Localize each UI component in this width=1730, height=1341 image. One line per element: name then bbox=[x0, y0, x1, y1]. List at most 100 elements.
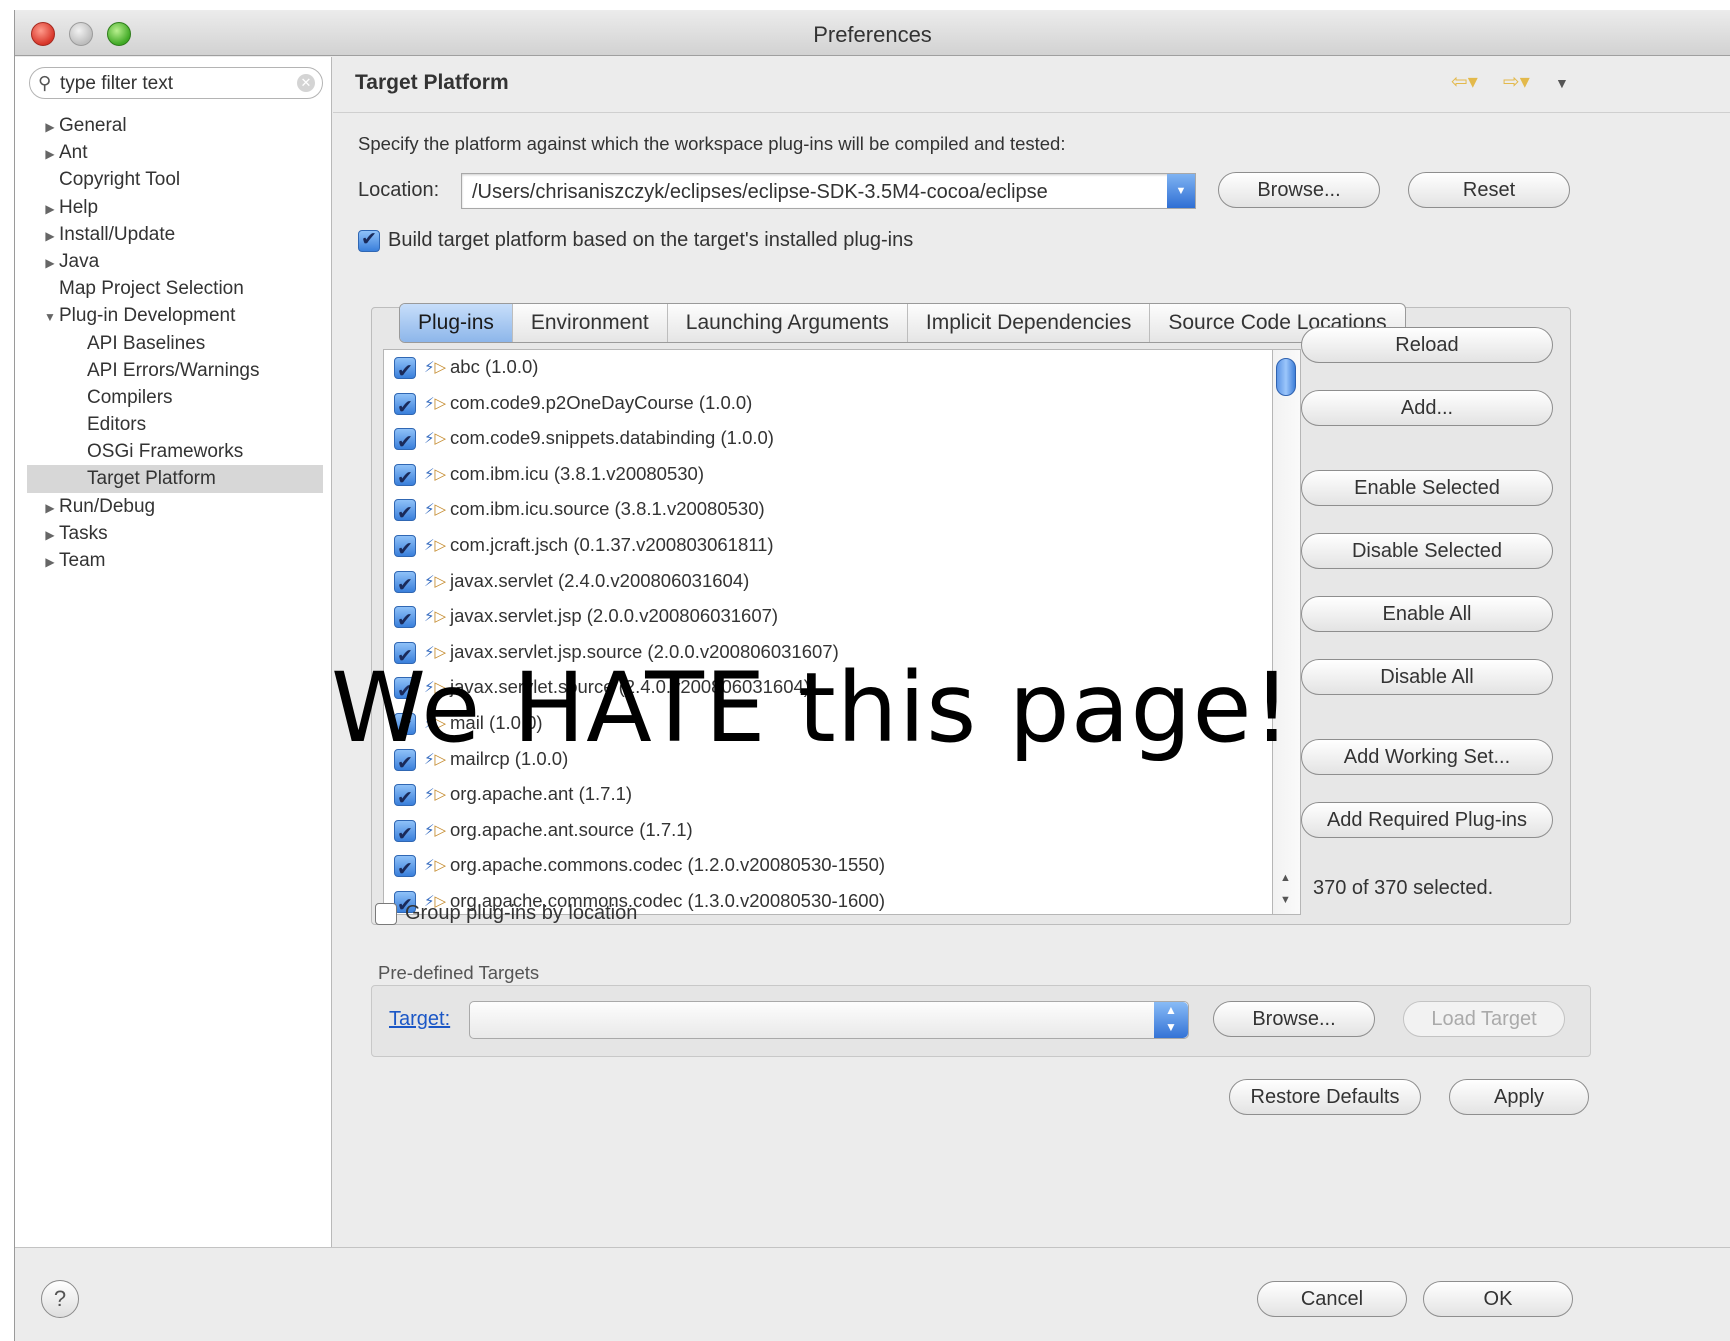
tree-item[interactable]: ▶ Ant bbox=[15, 139, 331, 166]
triangle-right-icon[interactable]: ▶ bbox=[41, 196, 59, 223]
plugin-row[interactable]: ⚡▷javax.servlet (2.4.0.v200806031604) bbox=[384, 564, 1272, 603]
tree-item[interactable]: ▶ Tasks bbox=[15, 520, 331, 547]
add-working-set-button[interactable]: Add Working Set... bbox=[1301, 739, 1553, 775]
location-label: Location: bbox=[358, 179, 440, 201]
tab-plug-ins[interactable]: Plug-ins bbox=[400, 304, 513, 342]
plugin-icon: ⚡▷ bbox=[424, 857, 447, 875]
plugin-row[interactable]: ⚡▷javax.servlet.jsp (2.0.0.v200806031607… bbox=[384, 599, 1272, 638]
triangle-right-icon[interactable]: ▶ bbox=[41, 522, 59, 549]
tree-item-label: Install/Update bbox=[59, 223, 176, 245]
add-button[interactable]: Add... bbox=[1301, 390, 1553, 426]
tree-item[interactable]: ▶ Java bbox=[15, 248, 331, 275]
disable-selected-button[interactable]: Disable Selected bbox=[1301, 533, 1553, 569]
tree-item[interactable]: Editors bbox=[15, 411, 331, 438]
tree-item[interactable]: ▶ Team bbox=[15, 547, 331, 574]
ok-button[interactable]: OK bbox=[1423, 1281, 1573, 1317]
plugin-row[interactable]: ⚡▷org.apache.commons.codec (1.2.0.v20080… bbox=[384, 848, 1272, 887]
triangle-right-icon[interactable]: ▶ bbox=[41, 495, 59, 522]
tree-item-label: API Errors/Warnings bbox=[87, 359, 260, 381]
clear-filter-icon[interactable]: ✕ bbox=[297, 74, 315, 92]
plugin-checkbox[interactable] bbox=[394, 462, 416, 496]
tab-launching-arguments[interactable]: Launching Arguments bbox=[668, 304, 908, 342]
updown-chevron-icon[interactable]: ▲ ▼ bbox=[1154, 1002, 1188, 1038]
title-separator bbox=[333, 112, 1730, 113]
plugin-checkbox[interactable] bbox=[394, 355, 416, 389]
plugin-checkbox[interactable] bbox=[394, 853, 416, 887]
predefined-targets-label: Pre-defined Targets bbox=[378, 962, 540, 983]
back-arrow-icon[interactable]: ⇦▾ bbox=[1451, 69, 1478, 94]
plugin-checkbox[interactable] bbox=[394, 497, 416, 531]
tree-item[interactable]: Target Platform bbox=[27, 465, 323, 493]
tree-item[interactable]: ▼ Plug-in Development bbox=[15, 302, 331, 329]
plugin-checkbox[interactable] bbox=[394, 533, 416, 567]
forward-arrow-icon[interactable]: ⇨▾ bbox=[1503, 69, 1530, 94]
tab-environment[interactable]: Environment bbox=[513, 304, 668, 342]
add-required-plugins-button[interactable]: Add Required Plug-ins bbox=[1301, 802, 1553, 838]
disable-all-button[interactable]: Disable All bbox=[1301, 659, 1553, 695]
load-target-button[interactable]: Load Target bbox=[1403, 1001, 1565, 1037]
triangle-right-icon[interactable]: ▶ bbox=[41, 250, 59, 277]
group-by-location-checkbox[interactable] bbox=[375, 902, 397, 925]
tree-item[interactable]: ▶ General bbox=[15, 112, 331, 139]
tree-item[interactable]: Map Project Selection bbox=[15, 275, 331, 302]
tree-item[interactable]: API Errors/Warnings bbox=[15, 357, 331, 384]
build-target-checkbox[interactable] bbox=[358, 228, 380, 252]
tree-item-label: Run/Debug bbox=[59, 495, 156, 517]
view-menu-icon[interactable]: ▼ bbox=[1555, 75, 1569, 91]
triangle-right-icon[interactable]: ▶ bbox=[41, 549, 59, 576]
filter-input[interactable] bbox=[60, 72, 290, 96]
location-combo[interactable]: /Users/chrisaniszczyk/eclipses/eclipse-S… bbox=[461, 173, 1196, 209]
restore-defaults-button[interactable]: Restore Defaults bbox=[1229, 1079, 1421, 1115]
build-target-checkbox-row[interactable]: Build target platform based on the targe… bbox=[358, 228, 914, 252]
help-icon[interactable]: ? bbox=[41, 1280, 79, 1318]
triangle-down-icon[interactable]: ▼ bbox=[41, 304, 59, 331]
cancel-button[interactable]: Cancel bbox=[1257, 1281, 1407, 1317]
tree-item[interactable]: ▶ Run/Debug bbox=[15, 493, 331, 520]
tree-item-label: API Baselines bbox=[87, 332, 206, 354]
plugin-checkbox[interactable] bbox=[394, 569, 416, 603]
scroll-down-icon[interactable]: ▼ bbox=[1280, 894, 1291, 906]
plugin-row[interactable]: ⚡▷com.ibm.icu.source (3.8.1.v20080530) bbox=[384, 492, 1272, 531]
tree-item[interactable]: OSGi Frameworks bbox=[15, 438, 331, 465]
filter-field[interactable]: ⚲ ✕ bbox=[29, 67, 323, 99]
plugin-row[interactable]: ⚡▷com.jcraft.jsch (0.1.37.v200803061811) bbox=[384, 528, 1272, 567]
tree-item[interactable]: API Baselines bbox=[15, 330, 331, 357]
browse-location-button[interactable]: Browse... bbox=[1218, 172, 1380, 208]
plugin-list[interactable]: ⚡▷abc (1.0.0)⚡▷com.code9.p2OneDayCourse … bbox=[383, 349, 1273, 915]
enable-selected-button[interactable]: Enable Selected bbox=[1301, 470, 1553, 506]
tree-item[interactable]: Compilers bbox=[15, 384, 331, 411]
scroll-up-icon[interactable]: ▲ bbox=[1280, 872, 1291, 884]
plugin-row[interactable]: ⚡▷org.apache.ant (1.7.1) bbox=[384, 777, 1272, 816]
enable-all-button[interactable]: Enable All bbox=[1301, 596, 1553, 632]
target-link[interactable]: Target: bbox=[389, 1008, 450, 1031]
plugin-checkbox[interactable] bbox=[394, 604, 416, 638]
tab-implicit-dependencies[interactable]: Implicit Dependencies bbox=[908, 304, 1151, 342]
plugin-row[interactable]: ⚡▷com.code9.p2OneDayCourse (1.0.0) bbox=[384, 386, 1272, 425]
scrollbar-thumb[interactable] bbox=[1276, 358, 1296, 396]
browse-target-button[interactable]: Browse... bbox=[1213, 1001, 1375, 1037]
tree-item[interactable]: Copyright Tool bbox=[15, 166, 331, 193]
plugin-icon: ⚡▷ bbox=[424, 821, 447, 839]
plugin-checkbox[interactable] bbox=[394, 782, 416, 816]
plugin-checkbox[interactable] bbox=[394, 426, 416, 460]
reload-button[interactable]: Reload bbox=[1301, 327, 1553, 363]
triangle-right-icon[interactable]: ▶ bbox=[41, 223, 59, 250]
target-combo[interactable]: ▲ ▼ bbox=[469, 1001, 1189, 1039]
group-by-location-row[interactable]: Group plug-ins by location bbox=[375, 902, 637, 925]
tree-item[interactable]: ▶ Install/Update bbox=[15, 221, 331, 248]
plugin-checkbox[interactable] bbox=[394, 391, 416, 425]
plugin-row[interactable]: ⚡▷com.ibm.icu (3.8.1.v20080530) bbox=[384, 457, 1272, 496]
chevron-down-icon[interactable]: ▼ bbox=[1167, 174, 1195, 208]
plugin-row[interactable]: ⚡▷org.apache.ant.source (1.7.1) bbox=[384, 813, 1272, 852]
triangle-right-icon[interactable]: ▶ bbox=[41, 114, 59, 141]
reset-button[interactable]: Reset bbox=[1408, 172, 1570, 208]
apply-button[interactable]: Apply bbox=[1449, 1079, 1589, 1115]
plugin-row[interactable]: ⚡▷abc (1.0.0) bbox=[384, 350, 1272, 389]
plugin-row[interactable]: ⚡▷com.code9.snippets.databinding (1.0.0) bbox=[384, 421, 1272, 460]
triangle-right-icon[interactable]: ▶ bbox=[41, 141, 59, 168]
tree-item[interactable]: ▶ Help bbox=[15, 194, 331, 221]
tab-bar: Plug-ins Environment Launching Arguments Im… bbox=[399, 303, 1406, 343]
build-target-label: Build target platform based on the targe… bbox=[388, 229, 914, 251]
plugin-checkbox[interactable] bbox=[394, 818, 416, 852]
plugin-list-scrollbar[interactable]: ▲ ▼ bbox=[1273, 349, 1301, 915]
